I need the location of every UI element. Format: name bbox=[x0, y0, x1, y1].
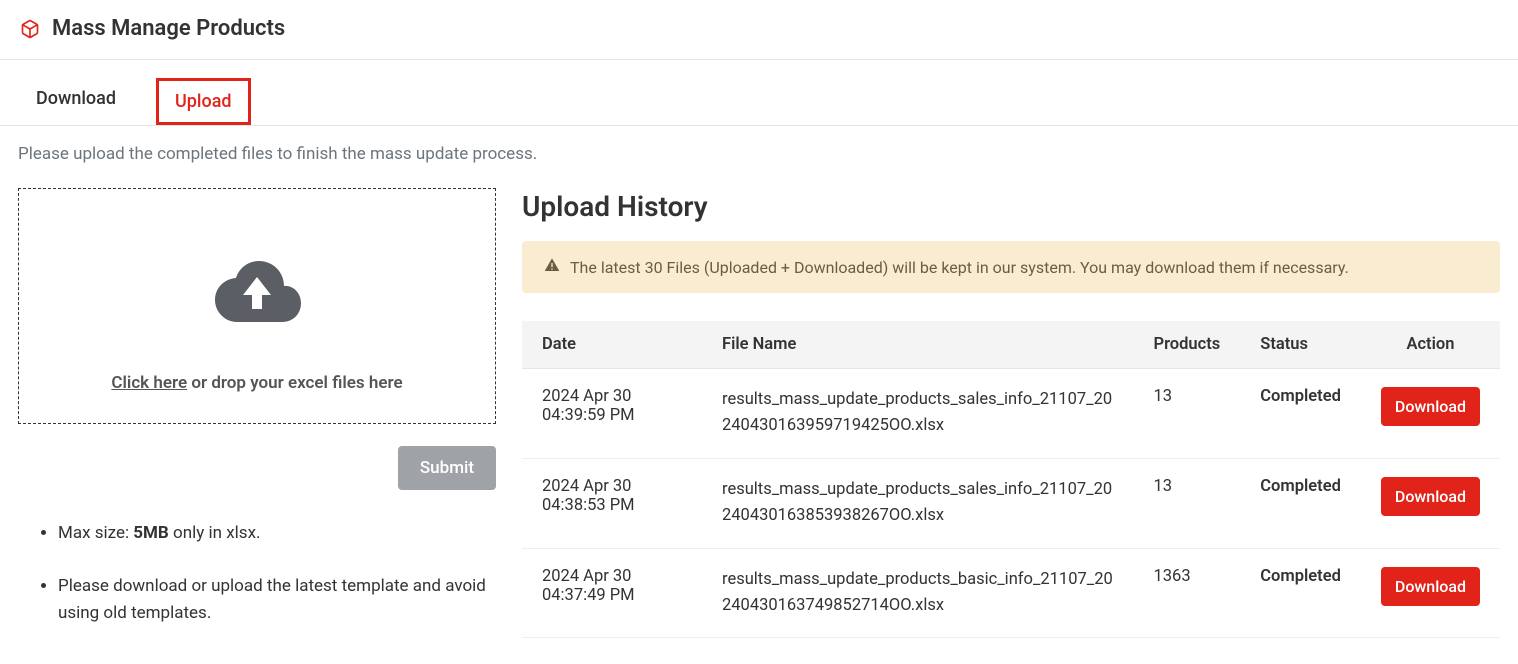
cell-products: 13 bbox=[1134, 458, 1241, 548]
file-dropzone[interactable]: Click here or drop your excel files here bbox=[18, 188, 496, 424]
table-row: 2024 Apr 30 04:38:53 PM results_mass_upd… bbox=[522, 458, 1500, 548]
col-date: Date bbox=[522, 321, 702, 369]
col-action: Action bbox=[1361, 321, 1500, 369]
history-title: Upload History bbox=[522, 190, 1500, 223]
download-button[interactable]: Download bbox=[1381, 477, 1480, 516]
main-content: Click here or drop your excel files here… bbox=[0, 170, 1518, 664]
cloud-upload-icon bbox=[39, 259, 475, 327]
cell-status: Completed bbox=[1240, 548, 1361, 638]
dropzone-text: Click here or drop your excel files here bbox=[39, 373, 475, 393]
table-row: 2024 Apr 30 04:39:59 PM results_mass_upd… bbox=[522, 369, 1500, 459]
notes-list: Max size: 5MB only in xlsx. Please downl… bbox=[18, 520, 496, 628]
cell-file: results_mass_update_products_sales_info_… bbox=[702, 458, 1134, 548]
tab-upload[interactable]: Upload bbox=[156, 78, 251, 125]
col-products: Products bbox=[1134, 321, 1241, 369]
cell-date: 2024 Apr 30 04:37:49 PM bbox=[522, 548, 702, 638]
cell-products: 13 bbox=[1134, 369, 1241, 459]
col-status: Status bbox=[1240, 321, 1361, 369]
cell-file: results_mass_update_products_sales_info_… bbox=[702, 369, 1134, 459]
dropzone-rest: or drop your excel files here bbox=[187, 373, 402, 393]
click-here-link[interactable]: Click here bbox=[111, 373, 187, 393]
note-template: Please download or upload the latest tem… bbox=[58, 573, 496, 627]
submit-button[interactable]: Submit bbox=[398, 446, 496, 490]
instruction-text: Please upload the completed files to fin… bbox=[0, 126, 1518, 170]
note-max-size: Max size: 5MB only in xlsx. bbox=[58, 520, 496, 547]
cell-file: results_mass_update_products_basic_info_… bbox=[702, 548, 1134, 638]
download-button[interactable]: Download bbox=[1381, 387, 1480, 426]
upload-panel: Click here or drop your excel files here… bbox=[18, 188, 496, 654]
cell-products: 1363 bbox=[1134, 548, 1241, 638]
warning-icon bbox=[544, 257, 560, 277]
history-alert: The latest 30 Files (Uploaded + Download… bbox=[522, 241, 1500, 293]
download-button[interactable]: Download bbox=[1381, 567, 1480, 606]
page-title: Mass Manage Products bbox=[52, 16, 285, 41]
cell-date: 2024 Apr 30 04:38:53 PM bbox=[522, 458, 702, 548]
submit-row: Submit bbox=[18, 446, 496, 490]
table-header-row: Date File Name Products Status Action bbox=[522, 321, 1500, 369]
page-header: Mass Manage Products bbox=[0, 0, 1518, 60]
history-table: Date File Name Products Status Action 20… bbox=[522, 321, 1500, 638]
history-panel: Upload History The latest 30 Files (Uplo… bbox=[522, 188, 1500, 638]
box-icon bbox=[20, 19, 40, 39]
cell-status: Completed bbox=[1240, 369, 1361, 459]
cell-date: 2024 Apr 30 04:39:59 PM bbox=[522, 369, 702, 459]
tab-download[interactable]: Download bbox=[20, 78, 132, 125]
alert-text: The latest 30 Files (Uploaded + Download… bbox=[570, 258, 1349, 277]
cell-status: Completed bbox=[1240, 458, 1361, 548]
col-file: File Name bbox=[702, 321, 1134, 369]
table-row: 2024 Apr 30 04:37:49 PM results_mass_upd… bbox=[522, 548, 1500, 638]
tabs: Download Upload bbox=[0, 78, 1518, 126]
